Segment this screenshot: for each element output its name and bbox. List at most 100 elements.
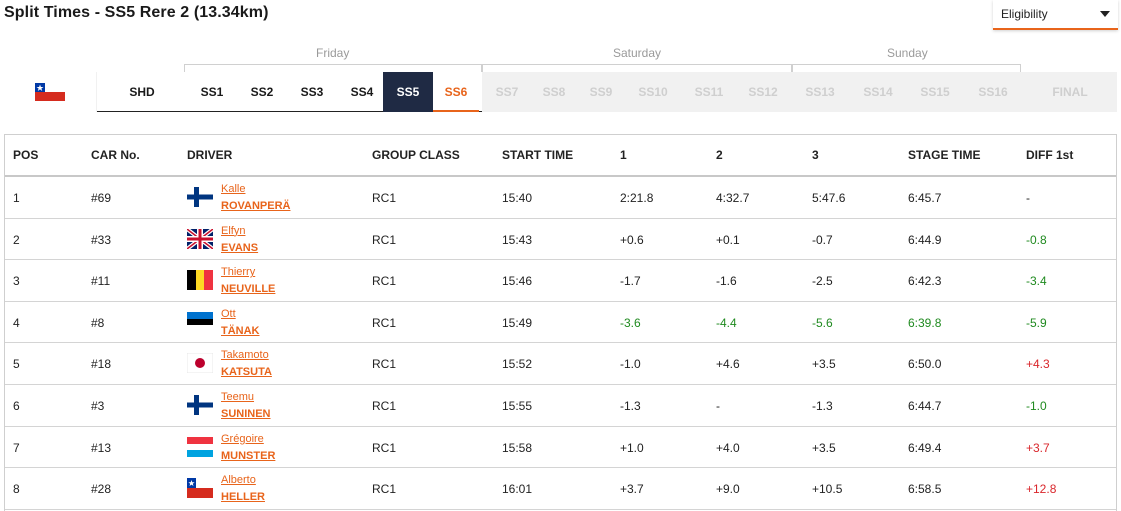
header-split-3[interactable]: 3 xyxy=(812,148,819,162)
driver-last-name[interactable]: KATSUTA xyxy=(221,364,272,381)
driver-last-name[interactable]: ROVANPERÄ xyxy=(221,198,290,215)
group-class: RC1 xyxy=(372,232,397,247)
group-class: RC1 xyxy=(372,357,397,372)
split-1: -1.3 xyxy=(620,399,641,413)
header-split-1[interactable]: 1 xyxy=(620,148,627,162)
split-2: - xyxy=(716,399,720,413)
driver-flag-icon xyxy=(187,436,213,457)
stage-time: 6:44.9 xyxy=(908,232,942,247)
stage-tab-final: FINAL xyxy=(1052,85,1088,99)
day-label-sunday: Sunday xyxy=(887,46,928,60)
driver-first-name[interactable]: Ott xyxy=(221,306,260,323)
split-1: +0.6 xyxy=(620,232,644,247)
split-3: -1.3 xyxy=(812,399,833,413)
driver-name-link[interactable]: Grégoire MUNSTER xyxy=(221,431,275,465)
driver-name-link[interactable]: Kalle ROVANPERÄ xyxy=(221,181,290,215)
driver-last-name[interactable]: MUNSTER xyxy=(221,448,275,465)
group-class: RC1 xyxy=(372,482,397,497)
stage-tab-ss1[interactable]: SS1 xyxy=(187,72,237,112)
driver-first-name[interactable]: Elfyn xyxy=(221,223,258,240)
table-header: POS CAR No. DRIVER GROUP CLASS START TIM… xyxy=(5,135,1116,177)
position: 2 xyxy=(13,232,20,247)
header-stage-time[interactable]: STAGE TIME xyxy=(908,148,980,162)
header-pos[interactable]: POS xyxy=(13,148,38,162)
stage-tab-ss7: SS7 xyxy=(495,85,519,99)
stage-tab-ss11: SS11 xyxy=(694,85,724,99)
table-row: 6 #3 Teemu SUNINEN RC1 15:55 -1.3 - -1.3 6:44.7 -1… xyxy=(5,385,1116,427)
split-1: -1.7 xyxy=(620,274,641,289)
split-2: +0.1 xyxy=(716,232,740,247)
car-number: #3 xyxy=(91,399,105,413)
driver-name-link[interactable]: Takamoto KATSUTA xyxy=(221,347,272,381)
driver-flag-icon xyxy=(185,227,215,251)
split-2: 4:32.7 xyxy=(716,191,750,205)
day-label-friday: Friday xyxy=(316,46,350,60)
driver-flag-icon xyxy=(187,187,213,207)
split-1: 2:21.8 xyxy=(620,191,654,205)
stage-tab-ss2[interactable]: SS2 xyxy=(237,72,287,112)
driver-last-name[interactable]: SUNINEN xyxy=(221,406,271,423)
car-number: #13 xyxy=(91,440,112,455)
split-2: +4.0 xyxy=(716,440,740,455)
header-car-number[interactable]: CAR No. xyxy=(91,148,140,162)
driver-last-name[interactable]: EVANS xyxy=(221,240,258,257)
group-class: RC1 xyxy=(372,274,397,289)
header-start-time[interactable]: START TIME xyxy=(502,148,573,162)
stage-tab-ss13: SS13 xyxy=(805,85,835,99)
split-3: -0.7 xyxy=(812,232,833,247)
position: 7 xyxy=(13,440,20,455)
start-time: 15:52 xyxy=(502,357,533,372)
driver-flag-icon xyxy=(187,395,213,415)
driver-flag-icon xyxy=(186,353,214,374)
header-diff-first[interactable]: DIFF 1st xyxy=(1026,148,1073,162)
table-row: 1 #69 Kalle ROVANPERÄ RC1 15:40 2:21.8 4:32.7 5:… xyxy=(5,177,1116,219)
diff-first: +12.8 xyxy=(1026,482,1057,497)
eligibility-dropdown[interactable]: Eligibility xyxy=(993,0,1118,30)
driver-name-link[interactable]: Ott TÄNAK xyxy=(221,306,260,340)
day-label-saturday: Saturday xyxy=(613,46,662,60)
header-driver[interactable]: DRIVER xyxy=(187,148,232,162)
stage-tab-shd[interactable]: SHD xyxy=(97,72,187,112)
driver-last-name[interactable]: NEUVILLE xyxy=(221,281,275,298)
driver-first-name[interactable]: Alberto xyxy=(221,472,265,489)
table-row: 4 #8 Ott TÄNAK RC1 15:49 -3.6 -4.4 -5.6 6:39.8 -5.… xyxy=(5,302,1116,344)
stage-tab-ss4[interactable]: SS4 xyxy=(337,72,387,112)
position: 8 xyxy=(13,482,20,497)
header-group-class[interactable]: GROUP CLASS xyxy=(372,148,460,162)
driver-name-link[interactable]: Teemu SUNINEN xyxy=(221,389,271,423)
stage-tab-ss5[interactable]: SS5 xyxy=(383,72,433,112)
diff-first: - xyxy=(1026,191,1030,205)
driver-first-name[interactable]: Takamoto xyxy=(221,347,272,364)
stage-tab-ss14: SS14 xyxy=(863,85,893,99)
eligibility-label: Eligibility xyxy=(1001,7,1048,21)
driver-last-name[interactable]: TÄNAK xyxy=(221,323,260,340)
driver-name-link[interactable]: Thierry NEUVILLE xyxy=(221,264,275,298)
split-2: +4.6 xyxy=(716,357,740,372)
stage-time: 6:42.3 xyxy=(908,274,942,289)
driver-first-name[interactable]: Teemu xyxy=(221,389,271,406)
diff-first: +3.7 xyxy=(1026,440,1050,455)
split-2: -4.4 xyxy=(716,315,737,330)
split-3: 5:47.6 xyxy=(812,191,846,205)
driver-first-name[interactable]: Grégoire xyxy=(221,431,275,448)
table-row: 5 #18 Takamoto KATSUTA RC1 15:52 -1.0 +4.6 +3.5 6… xyxy=(5,343,1116,385)
diff-first: +4.3 xyxy=(1026,357,1050,372)
group-class: RC1 xyxy=(372,315,397,330)
start-time: 15:58 xyxy=(502,440,533,455)
split-3: -2.5 xyxy=(812,274,833,289)
start-time: 15:55 xyxy=(502,399,533,413)
start-time: 15:46 xyxy=(502,274,533,289)
split-3: +3.5 xyxy=(812,357,836,372)
car-number: #69 xyxy=(91,191,112,205)
driver-name-link[interactable]: Elfyn EVANS xyxy=(221,223,258,257)
table-row: 7 #13 Grégoire MUNSTER RC1 15:58 +1.0 +4.0 +3.5 6… xyxy=(5,427,1116,469)
page-title: Split Times - SS5 Rere 2 (13.34km) xyxy=(4,4,269,21)
driver-first-name[interactable]: Kalle xyxy=(221,181,290,198)
stage-tab-ss3[interactable]: SS3 xyxy=(287,72,337,112)
start-time: 15:49 xyxy=(502,315,533,330)
header-split-2[interactable]: 2 xyxy=(716,148,723,162)
driver-first-name[interactable]: Thierry xyxy=(221,264,275,281)
driver-name-link[interactable]: Alberto HELLER xyxy=(221,472,265,506)
stage-tab-ss6[interactable]: SS6 xyxy=(433,72,479,112)
driver-last-name[interactable]: HELLER xyxy=(221,489,265,506)
